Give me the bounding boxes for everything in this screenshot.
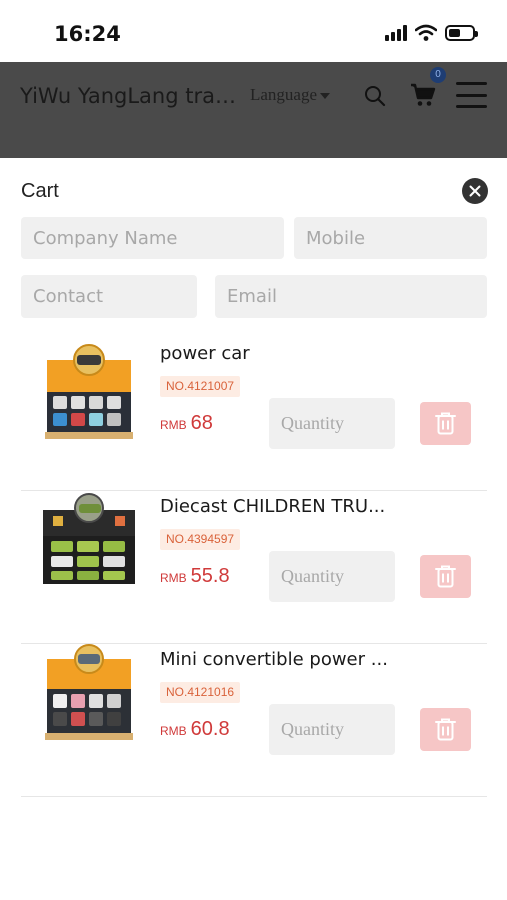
quantity-input[interactable]	[269, 551, 395, 602]
company-name-field[interactable]	[21, 217, 284, 259]
item-name[interactable]: Mini convertible power ...	[160, 649, 405, 670]
caret-down-icon	[320, 93, 331, 99]
trash-icon	[435, 565, 456, 588]
item-code-badge: NO.4121016	[160, 682, 241, 703]
product-image[interactable]	[43, 493, 135, 595]
cart-icon[interactable]	[409, 82, 437, 108]
cart-panel: Cart power car NO.4121007 RMB6	[0, 158, 507, 900]
cart-item: Diecast CHILDREN TRU... NO.4394597 RMB 55…	[21, 491, 487, 644]
price-currency: RMB	[160, 571, 187, 585]
price-value: 68	[190, 412, 213, 434]
wifi-icon	[415, 24, 437, 41]
delete-button[interactable]	[420, 555, 471, 598]
item-code-badge: NO.4394597	[160, 529, 241, 550]
price-value: 55.8	[190, 565, 230, 587]
mobile-field[interactable]	[294, 217, 487, 259]
delete-button[interactable]	[420, 402, 471, 445]
product-image[interactable]	[43, 644, 135, 746]
status-bar: 16:24	[0, 0, 507, 62]
delete-button[interactable]	[420, 708, 471, 751]
menu-icon[interactable]	[456, 82, 487, 108]
quantity-input[interactable]	[269, 704, 395, 755]
price-currency: RMB	[160, 724, 187, 738]
item-price: RMB 55.8	[160, 565, 230, 588]
item-price: RMB 68	[160, 412, 213, 435]
product-image[interactable]	[43, 343, 135, 445]
site-title[interactable]: YiWu YangLang trad...	[20, 84, 248, 108]
trash-icon	[435, 412, 456, 435]
status-icons	[385, 24, 478, 41]
contact-field[interactable]	[21, 275, 197, 318]
email-field[interactable]	[215, 275, 487, 318]
trash-icon	[435, 718, 456, 741]
cart-title: Cart	[21, 180, 59, 202]
item-price: RMB 60.8	[160, 718, 230, 741]
item-name[interactable]: Diecast CHILDREN TRU...	[160, 496, 405, 517]
close-icon	[469, 185, 481, 197]
cart-count-badge: 0	[430, 67, 446, 83]
language-selector[interactable]: Language	[250, 85, 331, 105]
item-code-badge: NO.4121007	[160, 376, 241, 397]
language-label: Language	[250, 85, 318, 104]
status-time: 16:24	[54, 22, 121, 46]
site-header: YiWu YangLang trad... Language 0	[0, 62, 507, 158]
item-name[interactable]: power car	[160, 343, 405, 364]
price-currency: RMB	[160, 418, 187, 432]
battery-icon	[445, 24, 478, 41]
cart-item: Mini convertible power ... NO.4121016 RM…	[21, 644, 487, 797]
quantity-input[interactable]	[269, 398, 395, 449]
price-value: 60.8	[190, 718, 230, 740]
cart-item: power car NO.4121007 RMB 68	[21, 338, 487, 491]
signal-icon	[385, 24, 407, 41]
search-icon[interactable]	[363, 84, 387, 108]
close-button[interactable]	[462, 178, 488, 204]
